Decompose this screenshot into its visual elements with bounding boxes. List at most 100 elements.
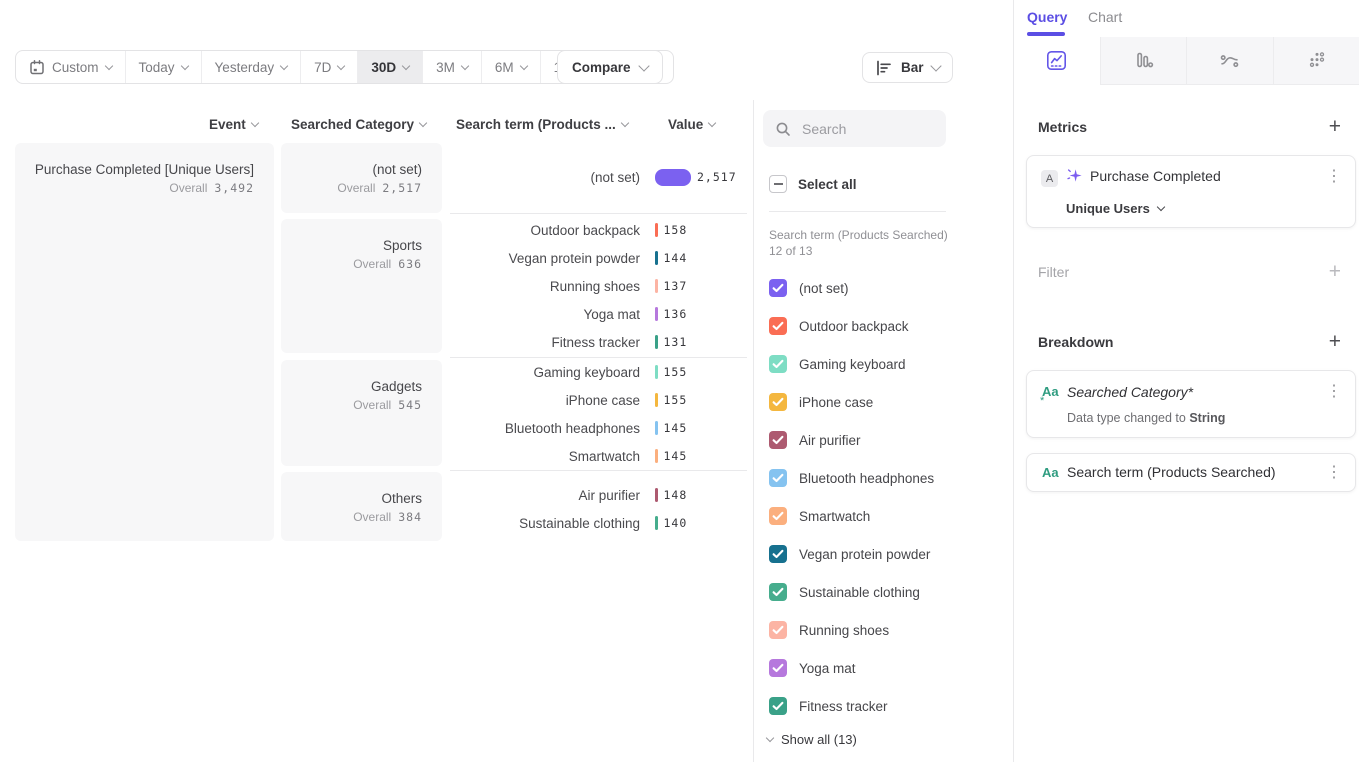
search-term-label: Sustainable clothing [450, 516, 640, 531]
legend-checkbox[interactable] [769, 469, 787, 487]
metrics-title: Metrics [1038, 119, 1087, 135]
check-icon [772, 587, 784, 597]
legend-item[interactable]: iPhone case [769, 393, 934, 411]
value-bar[interactable] [655, 251, 658, 265]
search-input[interactable] [800, 120, 934, 138]
legend-checkbox[interactable] [769, 431, 787, 449]
value-bar[interactable] [655, 335, 658, 349]
chevron-down-icon [766, 734, 774, 742]
view-tab-insights[interactable] [1014, 37, 1100, 85]
search-term-row[interactable]: Running shoes 137 [450, 272, 750, 300]
view-tab-retention[interactable] [1273, 37, 1359, 85]
legend-checkbox[interactable] [769, 317, 787, 335]
legend-checkbox[interactable] [769, 621, 787, 639]
search-term-row[interactable]: Bluetooth headphones 145 [450, 414, 750, 442]
date-range-option[interactable]: Yesterday [201, 51, 301, 83]
chart-type-button[interactable]: Bar [862, 52, 953, 83]
metric-card[interactable]: A Purchase Completed ⋮ Unique Users [1026, 155, 1356, 228]
date-range-option[interactable]: Custom [16, 51, 125, 83]
aggregation-selector[interactable]: Unique Users [1066, 201, 1164, 216]
event-cell[interactable]: Purchase Completed [Unique Users] Overal… [15, 143, 274, 541]
legend-checkbox[interactable] [769, 279, 787, 297]
legend-item[interactable]: Vegan protein powder [769, 545, 934, 563]
search-term-row[interactable]: Vegan protein powder 144 [450, 244, 750, 272]
breakdown-card-searched-category[interactable]: Aa * Searched Category* ⋮ Data type chan… [1026, 370, 1356, 438]
value-bar[interactable] [655, 516, 658, 530]
add-metric-button[interactable]: + [1329, 116, 1341, 137]
search-term-row[interactable]: Yoga mat 136 [450, 300, 750, 328]
date-range-option[interactable]: Today [125, 51, 201, 83]
select-all-row[interactable]: Select all [769, 175, 857, 193]
column-header-searched-category[interactable]: Searched Category [291, 117, 426, 132]
legend-item[interactable]: Fitness tracker [769, 697, 934, 715]
category-cell[interactable]: Sports Overall 636 [281, 219, 442, 353]
column-header-value[interactable]: Value [668, 117, 715, 132]
date-range-option[interactable]: 30D [357, 51, 422, 83]
date-range-option[interactable]: 7D [300, 51, 357, 83]
legend-item[interactable]: Bluetooth headphones [769, 469, 934, 487]
legend-checkbox[interactable] [769, 697, 787, 715]
insights-report: Custom Today Yesterday [0, 0, 1359, 762]
view-tab-funnels[interactable] [1100, 37, 1187, 85]
legend-item[interactable]: Air purifier [769, 431, 934, 449]
kebab-menu-icon[interactable]: ⋮ [1326, 169, 1342, 185]
search-term-row[interactable]: Gaming keyboard 155 [450, 358, 750, 386]
category-cell[interactable]: (not set) Overall 2,517 [281, 143, 442, 213]
chevron-down-icon [461, 61, 469, 69]
select-all-checkbox[interactable] [769, 175, 787, 193]
search-term-row[interactable]: Outdoor backpack 158 [450, 216, 750, 244]
legend-checkbox[interactable] [769, 545, 787, 563]
legend-item[interactable]: Outdoor backpack [769, 317, 934, 335]
value-bar[interactable] [655, 449, 658, 463]
value-bar[interactable] [655, 421, 658, 435]
legend-checkbox[interactable] [769, 507, 787, 525]
column-header-event[interactable]: Event [209, 117, 258, 132]
value-bar[interactable] [655, 279, 658, 293]
search-term-row[interactable]: Sustainable clothing 140 [450, 509, 750, 537]
legend-checkbox[interactable] [769, 393, 787, 411]
show-all-toggle[interactable]: Show all (13) [767, 732, 857, 747]
search-term-row[interactable]: (not set) 2,517 [450, 163, 750, 191]
add-filter-button[interactable]: + [1329, 261, 1341, 282]
legend-item[interactable]: (not set) [769, 279, 934, 297]
value-label: 155 [664, 393, 688, 407]
legend-checkbox[interactable] [769, 583, 787, 601]
value-bar[interactable] [655, 223, 658, 237]
breakdown-card-search-term[interactable]: Aa Search term (Products Searched) ⋮ [1026, 453, 1356, 492]
search-term-row[interactable]: Air purifier 148 [450, 481, 750, 509]
view-tab-flows[interactable] [1186, 37, 1273, 85]
search-term-label: Smartwatch [450, 449, 640, 464]
legend-checkbox[interactable] [769, 355, 787, 373]
tab-chart[interactable]: Chart [1088, 9, 1122, 25]
value-bar[interactable] [655, 393, 658, 407]
legend-search[interactable] [763, 110, 946, 147]
active-tab-underline [1027, 32, 1065, 36]
legend-item[interactable]: Sustainable clothing [769, 583, 934, 601]
value-bar[interactable] [655, 169, 691, 186]
modified-asterisk-icon: * [1040, 395, 1044, 407]
date-range-option[interactable]: 3M [422, 51, 481, 83]
value-bar[interactable] [655, 365, 658, 379]
value-bar[interactable] [655, 488, 658, 502]
search-term-row[interactable]: Smartwatch 145 [450, 442, 750, 470]
add-breakdown-button[interactable]: + [1329, 331, 1341, 352]
kebab-menu-icon[interactable]: ⋮ [1326, 384, 1342, 400]
legend-item[interactable]: Yoga mat [769, 659, 934, 677]
value-label: 136 [664, 307, 688, 321]
search-term-row[interactable]: iPhone case 155 [450, 386, 750, 414]
compare-button[interactable]: Compare [557, 50, 663, 84]
category-cell[interactable]: Others Overall 384 [281, 472, 442, 541]
date-range-option[interactable]: 6M [481, 51, 540, 83]
breakdown-title: Breakdown [1038, 334, 1113, 350]
legend-item[interactable]: Smartwatch [769, 507, 934, 525]
value-bar[interactable] [655, 307, 658, 321]
legend-checkbox[interactable] [769, 659, 787, 677]
column-header-search-term[interactable]: Search term (Products ... [456, 117, 628, 132]
legend-item[interactable]: Gaming keyboard [769, 355, 934, 373]
search-term-row[interactable]: Fitness tracker 131 [450, 328, 750, 356]
kebab-menu-icon[interactable]: ⋮ [1326, 465, 1342, 481]
category-cell[interactable]: Gadgets Overall 545 [281, 360, 442, 466]
legend-item[interactable]: Running shoes [769, 621, 934, 639]
chevron-down-icon [104, 61, 112, 69]
tab-query[interactable]: Query [1027, 9, 1067, 25]
